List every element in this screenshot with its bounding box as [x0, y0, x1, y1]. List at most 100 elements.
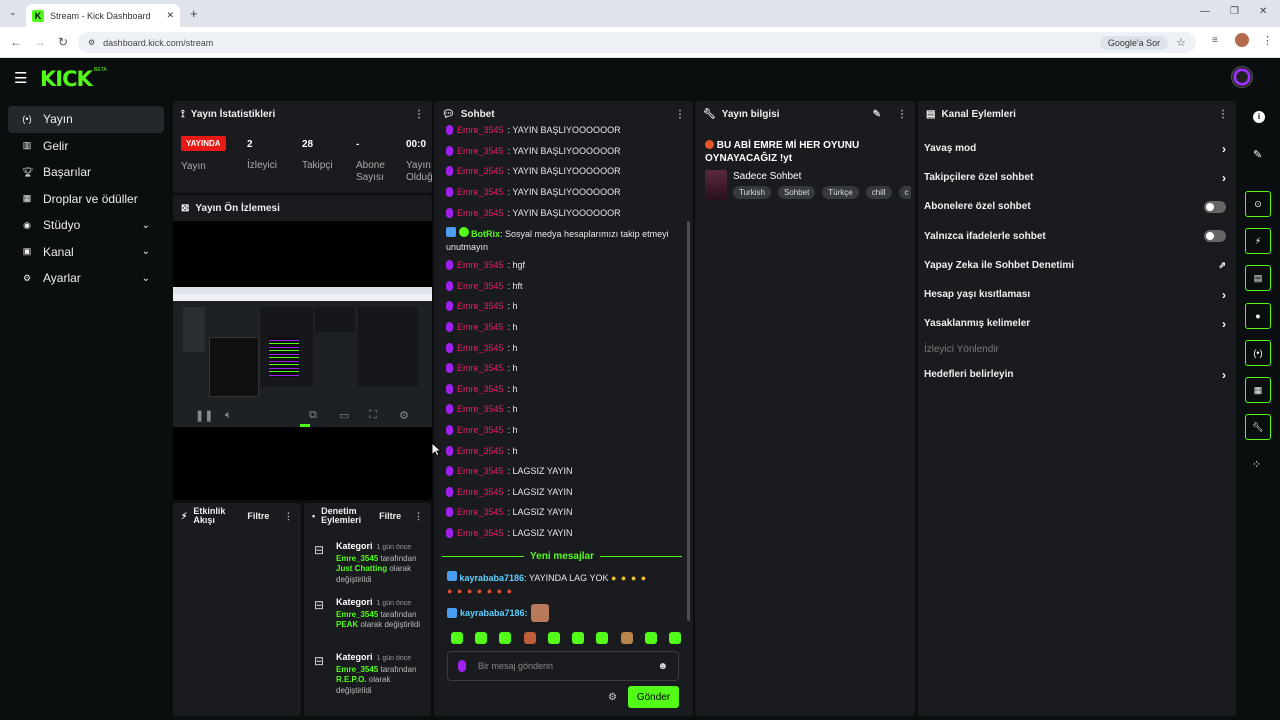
google-ask-button[interactable]: Google'a Sor: [1099, 35, 1169, 50]
stream-info-widget-button[interactable]: 🔧︎: [1245, 414, 1271, 440]
subscribers-only-toggle[interactable]: [1204, 200, 1226, 213]
browser-menu-icon[interactable]: ⋮: [1262, 34, 1273, 47]
emote-button[interactable]: [620, 632, 633, 644]
emotes-only-toggle[interactable]: [1204, 230, 1226, 243]
close-window-icon[interactable]: ✕: [1259, 6, 1267, 17]
sidebar-item-gelir[interactable]: ▥ Gelir: [8, 133, 164, 160]
emote-button[interactable]: [523, 632, 536, 644]
emote-button[interactable]: [596, 632, 609, 644]
progress-bar[interactable]: [300, 424, 310, 427]
emote-button[interactable]: [475, 632, 488, 644]
tab-list-icon[interactable]: ⌄: [9, 7, 17, 18]
reload-icon[interactable]: ↻: [58, 35, 68, 49]
emote-button[interactable]: [572, 632, 585, 644]
account-age-row[interactable]: Hesap yaşı kısıtlaması ›: [918, 280, 1236, 309]
more-options-icon[interactable]: ⋮: [675, 109, 685, 120]
chat-username[interactable]: Emre_3545: [457, 322, 504, 332]
tag-chip[interactable]: chill: [865, 186, 892, 199]
new-tab-icon[interactable]: +: [190, 6, 198, 21]
sidebar-item-ayarlar[interactable]: ⚙ Ayarlar ⌄: [8, 265, 164, 292]
bookmark-star-icon[interactable]: ☆: [1176, 36, 1186, 49]
chat-username[interactable]: Emre_3545: [457, 466, 504, 476]
emote-button[interactable]: [499, 632, 512, 644]
chat-username[interactable]: BotRix: [471, 229, 500, 239]
emote-button[interactable]: [668, 632, 681, 644]
more-options-icon[interactable]: ⋮: [414, 511, 423, 521]
actions-widget-button[interactable]: ▦: [1245, 377, 1271, 403]
chat-username[interactable]: Emre_3545: [457, 507, 504, 517]
chat-username[interactable]: Emre_3545: [457, 425, 504, 435]
chat-username[interactable]: Emre_3545: [457, 404, 504, 414]
sidebar-item-kanal[interactable]: ▣ Kanal ⌄: [8, 239, 164, 266]
category-thumbnail[interactable]: [705, 170, 727, 200]
browser-tab[interactable]: K Stream - Kick Dashboard ✕: [26, 4, 180, 27]
emote-button[interactable]: [451, 632, 463, 644]
filter-button[interactable]: Filtre: [379, 511, 401, 521]
emote-button[interactable]: [547, 632, 560, 644]
activity-widget-button[interactable]: ⚡︎: [1245, 228, 1271, 254]
more-widgets-icon[interactable]: ⁘: [1252, 458, 1261, 471]
stream-stats-widget-button[interactable]: ⊙: [1245, 191, 1271, 217]
hamburger-menu-icon[interactable]: ☰: [14, 69, 27, 87]
emote-button[interactable]: [644, 632, 657, 644]
minimize-icon[interactable]: —: [1200, 6, 1210, 17]
goals-row[interactable]: Hedefleri belirleyin ›: [918, 360, 1236, 389]
send-button[interactable]: Gönder: [628, 686, 679, 708]
chat-username[interactable]: Emre_3545: [457, 487, 504, 497]
chat-username[interactable]: Emre_3545: [457, 363, 504, 373]
info-icon[interactable]: i: [1253, 111, 1265, 123]
sidebar-item-yayin[interactable]: (•) Yayın: [8, 106, 164, 133]
settings-gear-icon[interactable]: ⚙: [399, 409, 409, 422]
sidebar-item-studyo[interactable]: ◉ Stüdyo ⌄: [8, 212, 164, 239]
forward-icon[interactable]: →: [34, 35, 46, 49]
ai-moderation-row[interactable]: Yapay Zeka ile Sohbet Denetimi ⇗: [918, 251, 1236, 280]
url-input[interactable]: ⚙ dashboard.kick.com/stream Google'a Sor…: [78, 32, 1196, 53]
broadcast-widget-button[interactable]: (•): [1245, 340, 1271, 366]
filter-button[interactable]: Filtre: [247, 511, 269, 521]
theater-icon[interactable]: ▭: [339, 409, 349, 422]
tag-chip[interactable]: Sohbet: [777, 186, 816, 199]
user-avatar[interactable]: [1231, 66, 1253, 88]
more-options-icon[interactable]: ⋮: [284, 511, 293, 521]
followers-only-row[interactable]: Takipçilere özel sohbet ›: [918, 163, 1236, 192]
edit-pencil-icon[interactable]: ✎: [873, 109, 881, 120]
banned-words-row[interactable]: Yasaklanmış kelimeler ›: [918, 309, 1236, 338]
chat-username[interactable]: Emre_3545: [457, 301, 504, 311]
more-options-icon[interactable]: ⋮: [897, 109, 907, 120]
notes-widget-button[interactable]: ▤: [1245, 265, 1271, 291]
media-icon[interactable]: ≡: [1212, 35, 1218, 46]
restore-icon[interactable]: ❐: [1230, 6, 1239, 17]
chat-username[interactable]: Emre_3545: [457, 146, 504, 156]
chat-username[interactable]: kayrababa7186: [460, 573, 525, 583]
chat-username[interactable]: Emre_3545: [457, 384, 504, 394]
chat-username[interactable]: Emre_3545: [457, 125, 504, 135]
chat-username[interactable]: kayrababa7186:: [460, 608, 528, 618]
fullscreen-icon[interactable]: ⛶: [369, 409, 377, 422]
chat-username[interactable]: Emre_3545: [457, 446, 504, 456]
sidebar-item-basarilar[interactable]: 🏆︎ Başarılar: [8, 159, 164, 186]
kick-logo[interactable]: KICK: [40, 67, 93, 91]
site-info-icon[interactable]: ⚙: [88, 38, 95, 47]
category-name[interactable]: Sadece Sohbet: [733, 171, 801, 182]
chat-username[interactable]: Emre_3545: [457, 528, 504, 538]
tag-chip[interactable]: Turkish: [733, 186, 771, 199]
edit-icon[interactable]: ✎: [1253, 148, 1262, 161]
chat-input[interactable]: Bir mesaj gönderin ☻: [447, 651, 679, 681]
chat-username[interactable]: Emre_3545: [457, 166, 504, 176]
video-player[interactable]: ❚❚ 🔈︎ ⧉ ▭ ⛶ ⚙: [173, 287, 432, 427]
back-icon[interactable]: ←: [10, 35, 22, 49]
profile-avatar[interactable]: [1235, 33, 1249, 47]
more-options-icon[interactable]: ⋮: [1218, 109, 1228, 120]
chat-username[interactable]: Emre_3545: [457, 208, 504, 218]
emoji-picker-icon[interactable]: ☻: [657, 661, 668, 672]
chat-username[interactable]: Emre_3545: [457, 187, 504, 197]
chat-username[interactable]: Emre_3545: [457, 281, 504, 291]
sidebar-item-droplar[interactable]: ▦ Droplar ve ödüller: [8, 186, 164, 213]
chat-scrollbar[interactable]: [687, 221, 690, 621]
tag-chip[interactable]: c: [898, 186, 911, 199]
slow-mode-row[interactable]: Yavaş mod ›: [918, 134, 1236, 163]
more-options-icon[interactable]: ⋮: [414, 109, 424, 120]
tag-chip[interactable]: Türkçe: [822, 186, 859, 199]
close-tab-icon[interactable]: ✕: [166, 10, 174, 21]
pip-icon[interactable]: ⧉: [309, 409, 317, 422]
